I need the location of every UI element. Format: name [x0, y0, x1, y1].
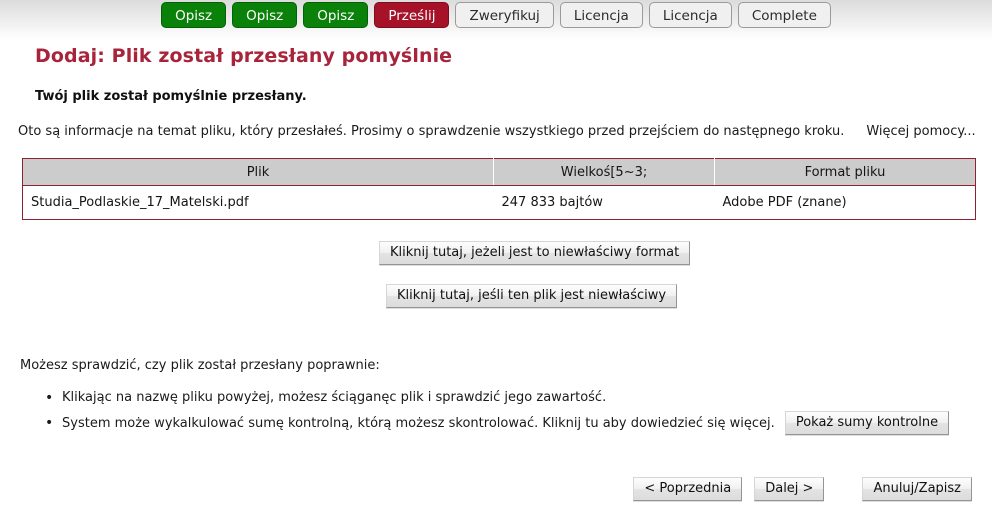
column-header-size: Wielkoś[5~3; [493, 158, 715, 186]
intro-text: Oto są informacje na temat pliku, który … [18, 124, 845, 139]
list-item: System może wykalkulować sumę kontrolną,… [45, 411, 950, 436]
wrong-format-button[interactable]: Kliknij tutaj, jeżeli jest to niewłaściw… [379, 241, 691, 265]
page-title: Dodaj: Plik został przesłany pomyślnie [35, 45, 453, 67]
verification-lead-text: Możesz sprawdzić, czy plik został przesł… [20, 358, 380, 373]
upload-success-message: Twój plik został pomyślnie przesłany. [35, 89, 307, 104]
step-tab-verify[interactable]: Zweryfikuj [455, 2, 554, 28]
step-tab-license-1[interactable]: Licencja [559, 2, 643, 28]
step-tab-describe-3[interactable]: Opisz [303, 2, 369, 28]
step-tab-complete[interactable]: Complete [737, 2, 831, 28]
cell-file-size: 247 833 bajtów [493, 185, 715, 220]
step-tab-upload[interactable]: Prześlij [374, 2, 450, 28]
more-help-link[interactable]: Więcej pomocy... [866, 124, 975, 139]
table-row: Studia_Podlaskie_17_Matelski.pdf 247 833… [22, 185, 976, 220]
cell-file-format: Adobe PDF (znane) [714, 185, 976, 220]
verify-bullet-download-text: Klikając na nazwę pliku powyżej, możesz … [62, 390, 607, 405]
step-tab-describe-1[interactable]: Opisz [161, 2, 227, 28]
list-item: Klikając na nazwę pliku powyżej, możesz … [45, 387, 949, 409]
next-button[interactable]: Dalej > [754, 477, 825, 501]
form-navigation: < Poprzednia Dalej > Anuluj/Zapisz [621, 477, 972, 501]
step-tab-license-2[interactable]: Licencja [648, 2, 732, 28]
submission-page: Opisz Opisz Opisz Prześlij Zweryfikuj Li… [0, 0, 992, 523]
step-tab-describe-2[interactable]: Opisz [232, 2, 298, 28]
previous-button[interactable]: < Poprzednia [633, 477, 743, 501]
column-header-format: Format pliku [714, 158, 976, 186]
show-checksums-button[interactable]: Pokaż sumy kontrolne [784, 411, 950, 435]
intro-paragraph: Oto są informacje na temat pliku, który … [18, 124, 976, 139]
verification-list: Klikając na nazwę pliku powyżej, możesz … [20, 387, 950, 439]
file-info-table: Plik Wielkoś[5~3; Format pliku Studia_Po… [22, 158, 976, 220]
verify-bullet-checksum-text: System może wykalkulować sumę kontrolną,… [62, 416, 775, 431]
progress-step-bar: Opisz Opisz Opisz Prześlij Zweryfikuj Li… [0, 0, 992, 32]
column-header-file: Plik [22, 158, 494, 186]
table-header-row: Plik Wielkoś[5~3; Format pliku [22, 158, 976, 186]
cancel-save-button[interactable]: Anuluj/Zapisz [862, 477, 972, 501]
cell-file-name[interactable]: Studia_Podlaskie_17_Matelski.pdf [22, 185, 494, 220]
wrong-file-button[interactable]: Kliknij tutaj, jeśli ten plik jest niewł… [386, 284, 678, 308]
